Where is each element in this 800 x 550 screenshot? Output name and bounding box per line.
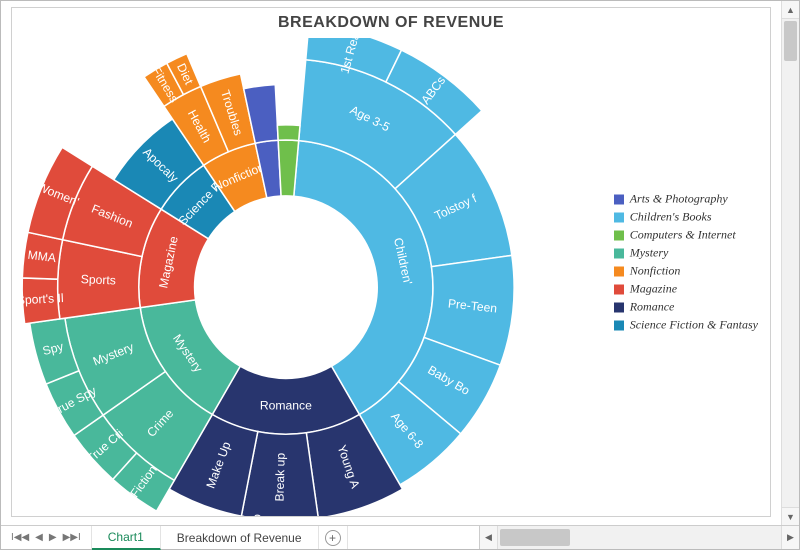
- scroll-left-button[interactable]: ◀: [480, 526, 498, 549]
- tab-label: Breakdown of Revenue: [177, 531, 302, 545]
- legend-label: Computers & Internet: [630, 228, 736, 243]
- legend-item[interactable]: Nonfiction: [614, 264, 758, 279]
- legend-swatch: [614, 248, 624, 258]
- legend: Arts & Photography Children's Books Comput…: [614, 189, 758, 336]
- scroll-down-button[interactable]: ▼: [782, 507, 799, 525]
- legend-label: Nonfiction: [630, 264, 681, 279]
- svg-text:Sports: Sports: [81, 272, 117, 287]
- legend-label: Mystery: [630, 246, 669, 261]
- last-sheet-icon[interactable]: ▶▶I: [63, 532, 81, 543]
- plus-icon: +: [325, 530, 341, 546]
- worksheet-viewport: BREAKDOWN OF REVENUE Children'Age 3-51st…: [1, 1, 781, 525]
- legend-item[interactable]: Mystery: [614, 246, 758, 261]
- tab-chart1[interactable]: Chart1: [92, 526, 161, 550]
- legend-label: Children's Books: [630, 210, 712, 225]
- scroll-right-button[interactable]: ▶: [781, 526, 799, 549]
- tab-label: Chart1: [108, 530, 144, 544]
- legend-label: Science Fiction & Fantasy: [630, 318, 758, 333]
- legend-item[interactable]: Arts & Photography: [614, 192, 758, 207]
- tabstrip-spacer: [347, 526, 479, 549]
- legend-item[interactable]: Computers & Internet: [614, 228, 758, 243]
- first-sheet-icon[interactable]: I◀◀: [11, 532, 29, 543]
- hscroll-thumb[interactable]: [500, 529, 570, 546]
- prev-sheet-icon[interactable]: ◀: [35, 532, 43, 543]
- scroll-thumb[interactable]: [784, 21, 797, 61]
- legend-swatch: [614, 284, 624, 294]
- legend-item[interactable]: Romance: [614, 300, 758, 315]
- legend-swatch: [614, 320, 624, 330]
- hscroll-track[interactable]: [498, 526, 781, 549]
- legend-item[interactable]: Science Fiction & Fantasy: [614, 318, 758, 333]
- svg-text:Break up: Break up: [272, 452, 287, 501]
- svg-text:Romance: Romance: [260, 399, 312, 413]
- vertical-scrollbar[interactable]: ▲ ▼: [781, 1, 799, 525]
- horizontal-scrollbar[interactable]: ◀ ▶: [479, 526, 799, 549]
- legend-swatch: [614, 302, 624, 312]
- legend-swatch: [614, 266, 624, 276]
- legend-label: Romance: [630, 300, 675, 315]
- legend-item[interactable]: Children's Books: [614, 210, 758, 225]
- sheet-nav-buttons[interactable]: I◀◀ ◀ ▶ ▶▶I: [1, 526, 92, 549]
- legend-swatch: [614, 212, 624, 222]
- legend-swatch: [614, 194, 624, 204]
- tab-breakdown[interactable]: Breakdown of Revenue: [161, 526, 319, 549]
- chart-container: BREAKDOWN OF REVENUE Children'Age 3-51st…: [11, 7, 771, 517]
- legend-label: Magazine: [630, 282, 677, 297]
- svg-text:Sport's Il: Sport's Il: [16, 291, 64, 307]
- legend-swatch: [614, 230, 624, 240]
- new-sheet-button[interactable]: +: [319, 526, 347, 549]
- sunburst-chart[interactable]: Children'Age 3-51st ReadABCsTolstoy fPre…: [12, 38, 580, 516]
- legend-label: Arts & Photography: [630, 192, 728, 207]
- legend-item[interactable]: Magazine: [614, 282, 758, 297]
- scroll-up-button[interactable]: ▲: [782, 1, 799, 19]
- sheet-tab-strip: I◀◀ ◀ ▶ ▶▶I Chart1 Breakdown of Revenue …: [1, 525, 799, 549]
- next-sheet-icon[interactable]: ▶: [49, 532, 57, 543]
- chart-title: BREAKDOWN OF REVENUE: [12, 8, 770, 32]
